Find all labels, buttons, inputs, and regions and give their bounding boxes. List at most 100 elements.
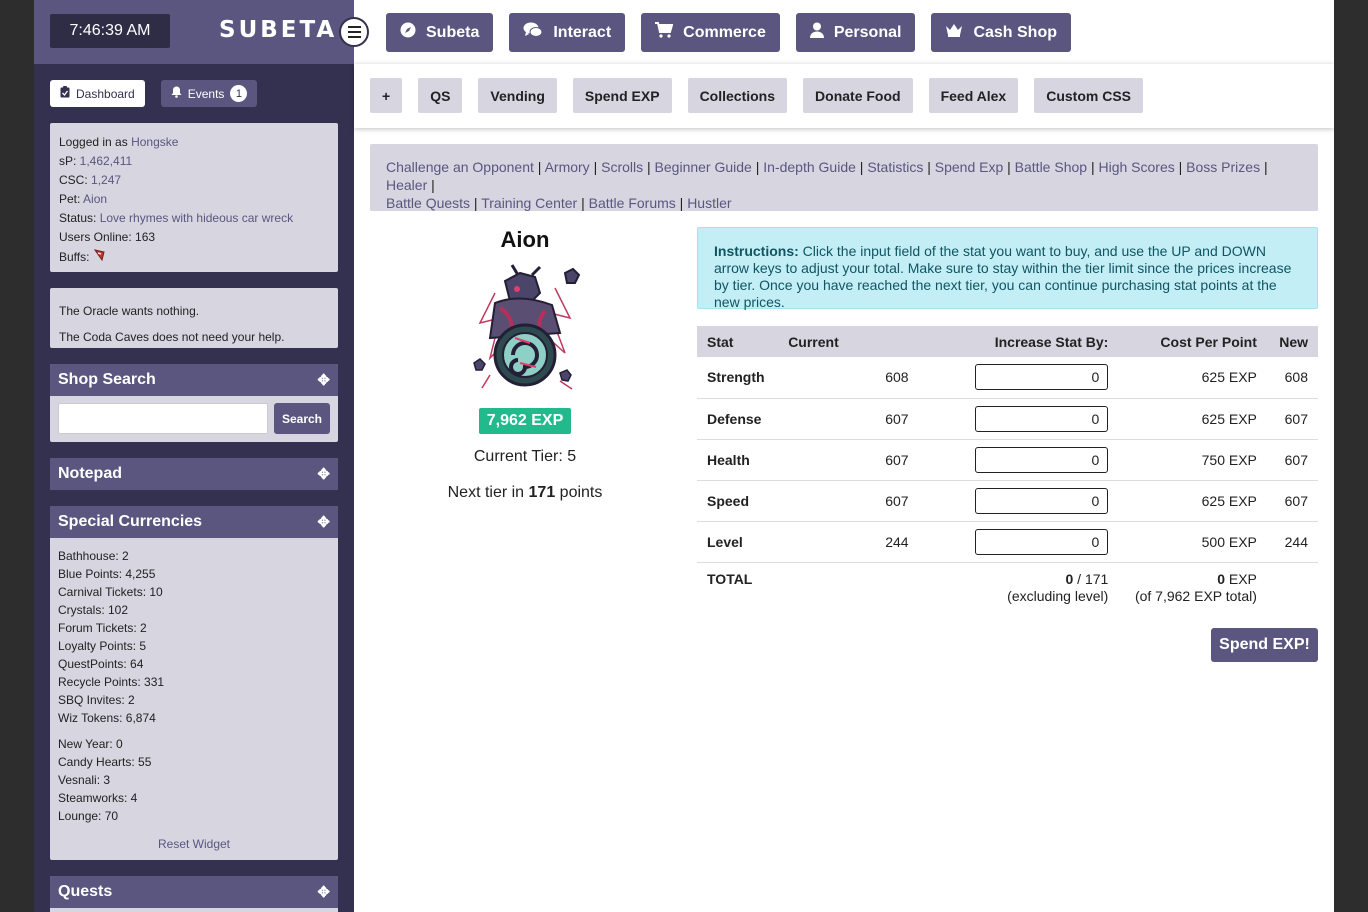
table-row: Speed 607 0 625 EXP 607 — [697, 480, 1318, 521]
battle-link[interactable]: Battle Shop — [1015, 159, 1087, 175]
nav-interact[interactable]: Interact — [509, 13, 626, 52]
battle-link[interactable]: Boss Prizes — [1186, 159, 1260, 175]
nav-personal-label: Personal — [833, 23, 902, 41]
custom-css-button[interactable]: Custom CSS — [1034, 78, 1143, 113]
sp-value[interactable]: 1,462,411 — [80, 154, 133, 168]
stat-name: Speed — [707, 492, 750, 509]
reset-widget-link[interactable]: Reset Widget — [58, 835, 330, 853]
increase-defense-input[interactable]: 0 — [975, 405, 1109, 432]
table-row: Defense 607 0 625 EXP 607 — [697, 398, 1318, 439]
spend-exp-button[interactable]: Spend EXP! — [1211, 628, 1318, 662]
stats-table: Stat Current Increase Stat By: Cost Per … — [697, 326, 1318, 605]
next-tier-suffix: points — [555, 484, 603, 501]
total-label: TOTAL — [707, 570, 753, 587]
battle-link[interactable]: Spend Exp — [935, 159, 1004, 175]
nav-commerce[interactable]: Commerce — [641, 13, 780, 52]
currency-item: Vesnali: 3 — [58, 773, 111, 787]
add-shortcut-button[interactable]: + — [370, 78, 403, 113]
compass-icon — [400, 22, 416, 43]
move-icon[interactable]: ✥ — [317, 371, 330, 389]
clock: 7:46:39 AM — [50, 14, 170, 48]
stat-increase-cell: 0 — [958, 439, 1118, 480]
increase-level-input[interactable]: 0 — [975, 528, 1109, 555]
pet-link[interactable]: Aion — [83, 192, 107, 206]
status-label: Status: — [59, 211, 100, 225]
collections-button[interactable]: Collections — [687, 78, 788, 113]
battle-link[interactable]: Training Center — [481, 195, 577, 211]
logged-in-label: Logged in as — [59, 135, 132, 149]
battle-link[interactable]: Armory — [545, 159, 590, 175]
spend-exp-link-button[interactable]: Spend EXP — [572, 78, 672, 113]
header-increase: Increase Stat By: — [994, 333, 1109, 350]
battle-link[interactable]: Healer — [386, 177, 427, 193]
csc-row: CSC: 1,247 — [59, 171, 329, 190]
currency-item: Candy Hearts: 55 — [58, 755, 152, 769]
battle-link[interactable]: High Scores — [1098, 159, 1174, 175]
stat-new: 607 — [1284, 492, 1308, 509]
stat-new: 607 — [1284, 410, 1308, 427]
header-stat: Stat — [707, 333, 734, 350]
increase-speed-input[interactable]: 0 — [975, 487, 1109, 514]
battle-link[interactable]: Hustler — [687, 195, 731, 211]
donate-food-button[interactable]: Donate Food — [803, 78, 913, 113]
stat-cost: 750 EXP — [1201, 451, 1257, 468]
nav-personal[interactable]: Personal — [795, 13, 916, 52]
quests-header[interactable]: Quests ✥ — [50, 876, 338, 908]
cart-icon — [655, 22, 674, 43]
sp-label: sP: — [59, 154, 80, 168]
battle-link[interactable]: Scrolls — [601, 159, 643, 175]
notepad-widget: Notepad ✥ — [50, 458, 338, 490]
battle-link[interactable]: Statistics — [867, 159, 923, 175]
dashboard-tab[interactable]: Dashboard — [50, 80, 145, 107]
currency-item: Forum Tickets: 2 — [58, 621, 147, 635]
events-tab[interactable]: Events 1 — [160, 80, 258, 107]
currency-item: Bathhouse: 2 — [58, 549, 129, 563]
increase-health-input[interactable]: 0 — [975, 446, 1109, 473]
bell-icon — [171, 86, 182, 101]
shop-search-button[interactable]: Search — [274, 403, 330, 434]
feed-alex-button[interactable]: Feed Alex — [928, 78, 1019, 113]
pet-name: Aion — [500, 227, 550, 252]
shop-search-header[interactable]: Shop Search ✥ — [50, 364, 338, 396]
oracle-panel: The Oracle wants nothing. The Coda Caves… — [50, 288, 338, 348]
battle-link[interactable]: In-depth Guide — [763, 159, 856, 175]
battle-link[interactable]: Beginner Guide — [655, 159, 752, 175]
qs-button[interactable]: QS — [418, 78, 463, 113]
stat-name: Strength — [707, 369, 765, 386]
increase-strength-input[interactable]: 0 — [975, 364, 1109, 391]
battle-link[interactable]: Challenge an Opponent — [386, 159, 534, 175]
nav-subeta[interactable]: Subeta — [386, 13, 494, 52]
move-icon[interactable]: ✥ — [317, 883, 330, 901]
currencies-header[interactable]: Special Currencies ✥ — [50, 506, 338, 538]
battle-link[interactable]: Battle Quests — [386, 195, 470, 211]
currency-item: Carnival Tickets: 10 — [58, 585, 163, 599]
status-link[interactable]: Love rhymes with hideous car wreck — [100, 211, 293, 225]
stat-current: 607 — [885, 410, 909, 427]
shop-search-widget: Shop Search ✥ Search — [50, 364, 338, 442]
notepad-header[interactable]: Notepad ✥ — [50, 458, 338, 490]
stat-name: Defense — [707, 410, 762, 427]
buff-icon[interactable] — [93, 247, 107, 267]
dashboard-tab-label: Dashboard — [76, 86, 135, 101]
nav-subeta-label: Subeta — [426, 23, 480, 41]
stat-current: 244 — [885, 533, 909, 550]
move-icon[interactable]: ✥ — [317, 465, 330, 483]
total-row: TOTAL 0 / 171 (excluding level) 0 EXP (of … — [697, 562, 1318, 605]
nav-cash-shop[interactable]: Cash Shop — [931, 13, 1071, 52]
username-link[interactable]: Hongske — [131, 135, 178, 149]
currency-item: Loyalty Points: 5 — [58, 639, 147, 653]
vending-button[interactable]: Vending — [478, 78, 557, 113]
menu-toggle-icon[interactable] — [339, 17, 369, 47]
stat-increase-cell: 0 — [958, 357, 1118, 398]
currency-item: SBQ Invites: 2 — [58, 693, 135, 707]
notepad-title: Notepad — [58, 465, 122, 482]
buffs-row: Buffs: — [59, 247, 329, 267]
move-icon[interactable]: ✥ — [317, 513, 330, 531]
stat-cost: 625 EXP — [1201, 369, 1257, 386]
clipboard-icon — [60, 86, 70, 101]
shop-search-input[interactable] — [58, 403, 268, 434]
csc-value[interactable]: 1,247 — [91, 173, 121, 187]
battle-link[interactable]: Battle Forums — [589, 195, 676, 211]
site-logo[interactable]: SUBETA — [219, 17, 337, 43]
total-points: 0 / 171 (excluding level) — [958, 562, 1118, 605]
